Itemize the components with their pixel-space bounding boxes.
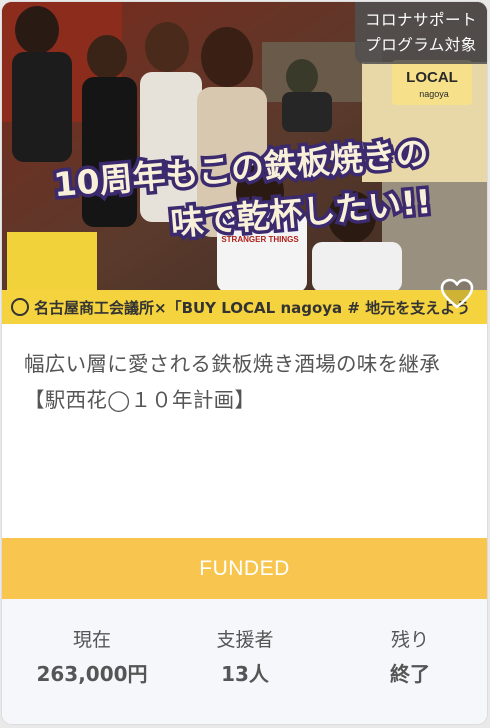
supporters-label: 支援者 bbox=[216, 629, 274, 651]
stat-supporters: 支援者 13人 bbox=[165, 627, 325, 689]
badge-line1: コロナサポート bbox=[364, 11, 477, 29]
project-thumbnail[interactable]: LOCAL nagoya STRANGER THINGS 10周年もこの鉄板焼き… bbox=[2, 2, 487, 324]
current-label: 現在 bbox=[72, 629, 111, 651]
stat-remaining: 残り 終了 bbox=[330, 627, 487, 689]
corona-support-badge: コロナサポート プログラム対象 bbox=[355, 2, 487, 64]
project-card[interactable]: LOCAL nagoya STRANGER THINGS 10周年もこの鉄板焼き… bbox=[2, 2, 487, 724]
current-value: 263,000円 bbox=[36, 662, 148, 686]
remaining-label: 残り bbox=[390, 629, 429, 651]
supporters-value: 13人 bbox=[221, 662, 269, 686]
banner-text: 名古屋商工会議所×「BUY LOCAL nagoya # 地元を支えよう bbox=[34, 299, 470, 317]
remaining-value: 終了 bbox=[390, 662, 430, 686]
sign-text: LOCAL bbox=[406, 69, 458, 86]
badge-line2: プログラム対象 bbox=[365, 36, 477, 54]
heart-outline-icon[interactable] bbox=[440, 278, 474, 310]
stats-panel: 現在 263,000円 支援者 13人 残り 終了 bbox=[2, 599, 487, 724]
funded-status-bar: FUNDED bbox=[2, 538, 487, 599]
stat-current: 現在 263,000円 bbox=[12, 627, 172, 689]
project-title[interactable]: 幅広い層に愛される鉄板焼き酒場の味を継承【駅西花◯１０年計画】 bbox=[24, 346, 464, 418]
sign-subtext: nagoya bbox=[419, 89, 449, 99]
